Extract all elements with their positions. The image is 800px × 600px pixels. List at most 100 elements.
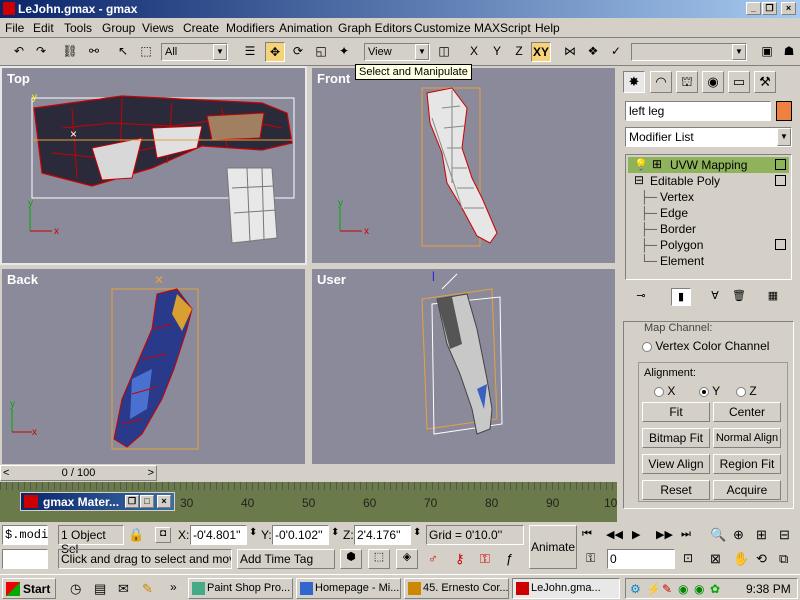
ref-coord-dropdown[interactable]: View ▼ (364, 43, 430, 61)
taskbar-item-active[interactable]: LeJohn.gma... (512, 578, 620, 599)
viewport-label-front[interactable]: Front (317, 71, 350, 86)
viewport-front[interactable]: y x Front (310, 66, 617, 265)
pan-icon[interactable]: ✋ (733, 551, 749, 567)
menu-graph-editors[interactable]: Graph Editors (338, 21, 412, 35)
quicklaunch-icon[interactable]: ✉ (118, 581, 129, 597)
pivot-center-icon[interactable]: ◫ (434, 42, 454, 62)
menu-create[interactable]: Create (183, 21, 219, 35)
stack-item-vertex[interactable]: ├─ Vertex (628, 189, 789, 205)
key-filter-icon[interactable]: ⚷ (455, 551, 465, 567)
material-editor-icon[interactable]: ▣ (757, 42, 777, 62)
quicklaunch-icon[interactable]: ◷ (70, 581, 81, 597)
viewport-top[interactable]: × y y x Top (0, 66, 307, 265)
snap-icon[interactable]: ✓ (606, 42, 626, 62)
lightbulb-icon[interactable]: 💡 (634, 158, 648, 171)
start-button[interactable]: Start (2, 578, 56, 599)
function-curve-icon[interactable]: ƒ (506, 551, 513, 566)
modify-tab-icon[interactable]: ◠ (650, 71, 672, 93)
align-y-option[interactable]: Y (699, 384, 720, 398)
viewport-label-back[interactable]: Back (7, 272, 38, 287)
zoom-icon[interactable]: 🔍 (710, 527, 726, 543)
spinner-icon[interactable]: ⬍ (413, 527, 421, 538)
maximize-viewport-icon[interactable]: ⧉ (779, 551, 788, 567)
axis-y-button[interactable]: Y (487, 42, 507, 62)
menu-file[interactable]: File (5, 21, 24, 35)
quicklaunch-icon[interactable]: ▤ (94, 581, 106, 597)
collapse-icon[interactable]: ⊟ (634, 173, 644, 187)
object-name-field[interactable]: left leg (625, 101, 771, 121)
bitmap-fit-button[interactable]: Bitmap Fit (642, 428, 710, 448)
reset-button[interactable]: Reset (642, 480, 710, 500)
hierarchy-tab-icon[interactable]: ⛫ (676, 71, 698, 93)
object-icon[interactable]: ◈ (396, 549, 418, 569)
spinner-icon[interactable]: ⬍ (249, 527, 257, 538)
add-time-tag-button[interactable]: Add Time Tag (237, 549, 335, 569)
region-fit-button[interactable]: Region Fit (713, 454, 781, 474)
previous-frame-icon[interactable]: ◀◀ (606, 528, 623, 541)
zoom-extents-all-icon[interactable]: ⊟ (779, 527, 790, 543)
redo-icon[interactable]: ↷ (31, 42, 51, 62)
acquire-button[interactable]: Acquire (713, 480, 781, 500)
select-by-name-icon[interactable]: ☰ (240, 42, 260, 62)
time-slider[interactable]: < 0 / 100 > (0, 465, 157, 481)
render-icon[interactable]: ☗ (779, 42, 799, 62)
key-mode-icon[interactable]: ⚿ (586, 551, 595, 566)
time-config-icon[interactable]: ⊡ (683, 551, 693, 565)
motion-tab-icon[interactable]: ◉ (702, 71, 724, 93)
selection-icon[interactable]: ⬚ (368, 549, 390, 569)
rotate-icon[interactable]: ⟳ (288, 42, 308, 62)
align-x-option[interactable]: X (654, 384, 675, 398)
stack-item-polygon[interactable]: ├─ Polygon (628, 237, 789, 253)
normal-align-button[interactable]: Normal Align (713, 428, 781, 448)
restore-button[interactable]: ❐ (125, 495, 139, 508)
radio-button[interactable] (642, 341, 652, 352)
radio-button[interactable] (654, 386, 664, 397)
menu-tools[interactable]: Tools (64, 21, 92, 35)
named-selection-dropdown[interactable]: ▼ (631, 43, 747, 61)
tray-icon[interactable]: ⚡ (646, 582, 661, 596)
current-frame-field[interactable]: 0 (607, 549, 675, 569)
key-icon[interactable]: ♂ (428, 551, 438, 566)
stack-item-border[interactable]: ├─ Border (628, 221, 789, 237)
vertex-color-channel-option[interactable]: Vertex Color Channel (642, 339, 769, 353)
menu-animation[interactable]: Animation (279, 21, 332, 35)
arc-rotate-icon[interactable]: ⟲ (756, 551, 767, 567)
axis-x-button[interactable]: X (464, 42, 484, 62)
scale-icon[interactable]: ◱ (311, 42, 331, 62)
maximize-button[interactable]: ❐ (762, 2, 777, 15)
center-button[interactable]: Center (713, 402, 781, 422)
fit-button[interactable]: Fit (642, 402, 710, 422)
unlink-icon[interactable]: ⚯ (84, 42, 104, 62)
create-tab-icon[interactable]: ✸ (623, 71, 645, 93)
maxscript-listener[interactable]: $.modi (2, 525, 48, 545)
display-tab-icon[interactable]: ▭ (728, 71, 750, 93)
axis-z-button[interactable]: Z (509, 42, 529, 62)
stack-item-edge[interactable]: ├─ Edge (628, 205, 789, 221)
menu-views[interactable]: Views (142, 21, 174, 35)
material-editor-minimized-window[interactable]: gmax Mater... ❐ □ × (20, 492, 175, 511)
menu-edit[interactable]: Edit (33, 21, 54, 35)
radio-button[interactable] (699, 386, 709, 397)
menu-modifiers[interactable]: Modifiers (226, 21, 275, 35)
stack-checkbox[interactable] (775, 175, 786, 186)
taskbar-item[interactable]: Homepage - Mi... (296, 578, 401, 599)
select-object-icon[interactable]: ↖ (113, 42, 133, 62)
menu-maxscript[interactable]: MAXScript (474, 21, 531, 35)
mirror-icon[interactable]: ⋈ (560, 42, 580, 62)
lock-icon[interactable]: 🔒 (128, 527, 144, 543)
region-zoom-icon[interactable]: ⊠ (710, 551, 721, 567)
zoom-all-icon[interactable]: ⊕ (733, 527, 744, 543)
time-back-icon[interactable]: < (3, 466, 9, 480)
modifier-list-dropdown[interactable]: Modifier List ▼ (625, 127, 792, 147)
go-to-start-icon[interactable]: ⏮ (582, 528, 592, 541)
stack-checkbox[interactable] (775, 159, 786, 170)
view-align-button[interactable]: View Align (642, 454, 710, 474)
tray-icon[interactable]: ⚙ (630, 582, 641, 596)
configure-sets-icon[interactable]: ▦ (763, 288, 783, 306)
maximize-button[interactable]: □ (140, 495, 154, 508)
maxscript-output[interactable] (2, 549, 48, 569)
stack-item-uvw-mapping[interactable]: 💡 ⊞ UVW Mapping (628, 157, 789, 173)
move-icon[interactable]: ✥ (265, 42, 285, 62)
tray-icon[interactable]: ◉ (678, 582, 688, 596)
y-coordinate-field[interactable]: -0'0.102'' (272, 525, 329, 545)
